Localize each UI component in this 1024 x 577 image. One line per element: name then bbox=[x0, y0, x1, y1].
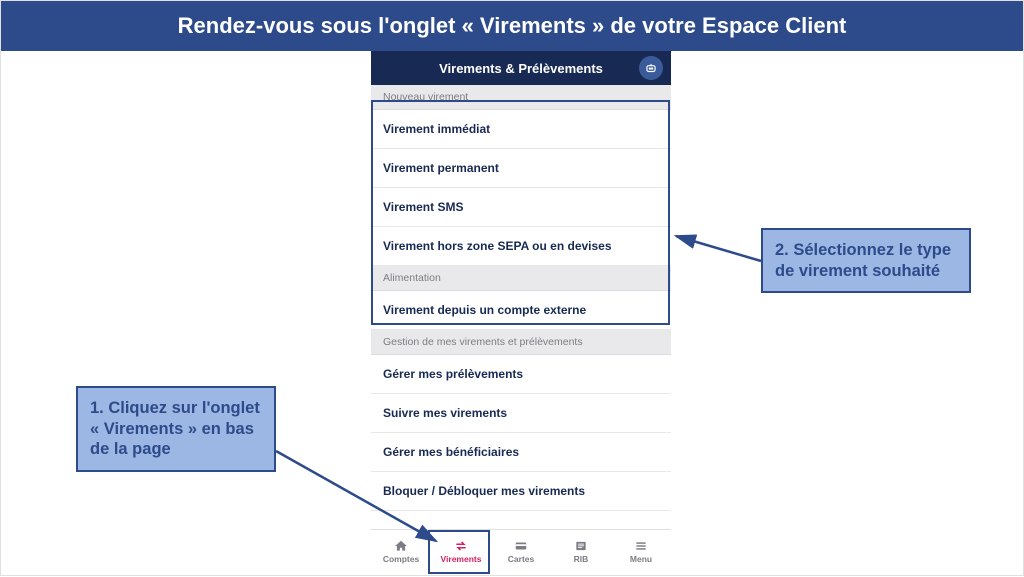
tab-menu[interactable]: Menu bbox=[611, 530, 671, 573]
tab-virements[interactable]: Virements bbox=[431, 530, 491, 573]
tab-label: Menu bbox=[630, 554, 652, 564]
item-virement-hors-sepa[interactable]: Virement hors zone SEPA ou en devises bbox=[371, 227, 671, 266]
card-icon bbox=[513, 539, 529, 553]
section-gestion: Gestion de mes virements et prélèvements bbox=[371, 330, 671, 355]
item-gerer-prelevements[interactable]: Gérer mes prélèvements bbox=[371, 355, 671, 394]
item-virement-externe[interactable]: Virement depuis un compte externe bbox=[371, 291, 671, 330]
section-nouveau: Nouveau virement bbox=[371, 85, 671, 110]
item-suivre-virements[interactable]: Suivre mes virements bbox=[371, 394, 671, 433]
tab-rib[interactable]: RIB bbox=[551, 530, 611, 573]
instruction-banner: Rendez-vous sous l'onglet « Virements » … bbox=[1, 1, 1023, 51]
home-icon bbox=[393, 539, 409, 553]
item-virement-immediat[interactable]: Virement immédiat bbox=[371, 110, 671, 149]
phone-header: Virements & Prélèvements bbox=[371, 51, 671, 85]
item-virement-permanent[interactable]: Virement permanent bbox=[371, 149, 671, 188]
callout-step-2: 2. Sélectionnez le type de virement souh… bbox=[761, 228, 971, 293]
tab-label: Virements bbox=[441, 554, 482, 564]
tab-comptes[interactable]: Comptes bbox=[371, 530, 431, 573]
phone-title: Virements & Prélèvements bbox=[439, 61, 603, 76]
tab-bar: Comptes Virements Cartes RIB Menu bbox=[371, 529, 671, 573]
item-virement-sms[interactable]: Virement SMS bbox=[371, 188, 671, 227]
tab-label: Cartes bbox=[508, 554, 534, 564]
item-gerer-beneficiaires[interactable]: Gérer mes bénéficiaires bbox=[371, 433, 671, 472]
transfer-icon bbox=[453, 539, 469, 553]
tab-label: Comptes bbox=[383, 554, 419, 564]
chatbot-icon[interactable] bbox=[639, 56, 663, 80]
tab-label: RIB bbox=[574, 554, 589, 564]
rib-icon bbox=[573, 539, 589, 553]
callout-step-1: 1. Cliquez sur l'onglet « Virements » en… bbox=[76, 386, 276, 472]
tab-cartes[interactable]: Cartes bbox=[491, 530, 551, 573]
phone-screen: Virements & Prélèvements Nouveau viremen… bbox=[371, 51, 671, 573]
section-alimentation: Alimentation bbox=[371, 266, 671, 291]
item-bloquer-virements[interactable]: Bloquer / Débloquer mes virements bbox=[371, 472, 671, 511]
menu-icon bbox=[633, 539, 649, 553]
